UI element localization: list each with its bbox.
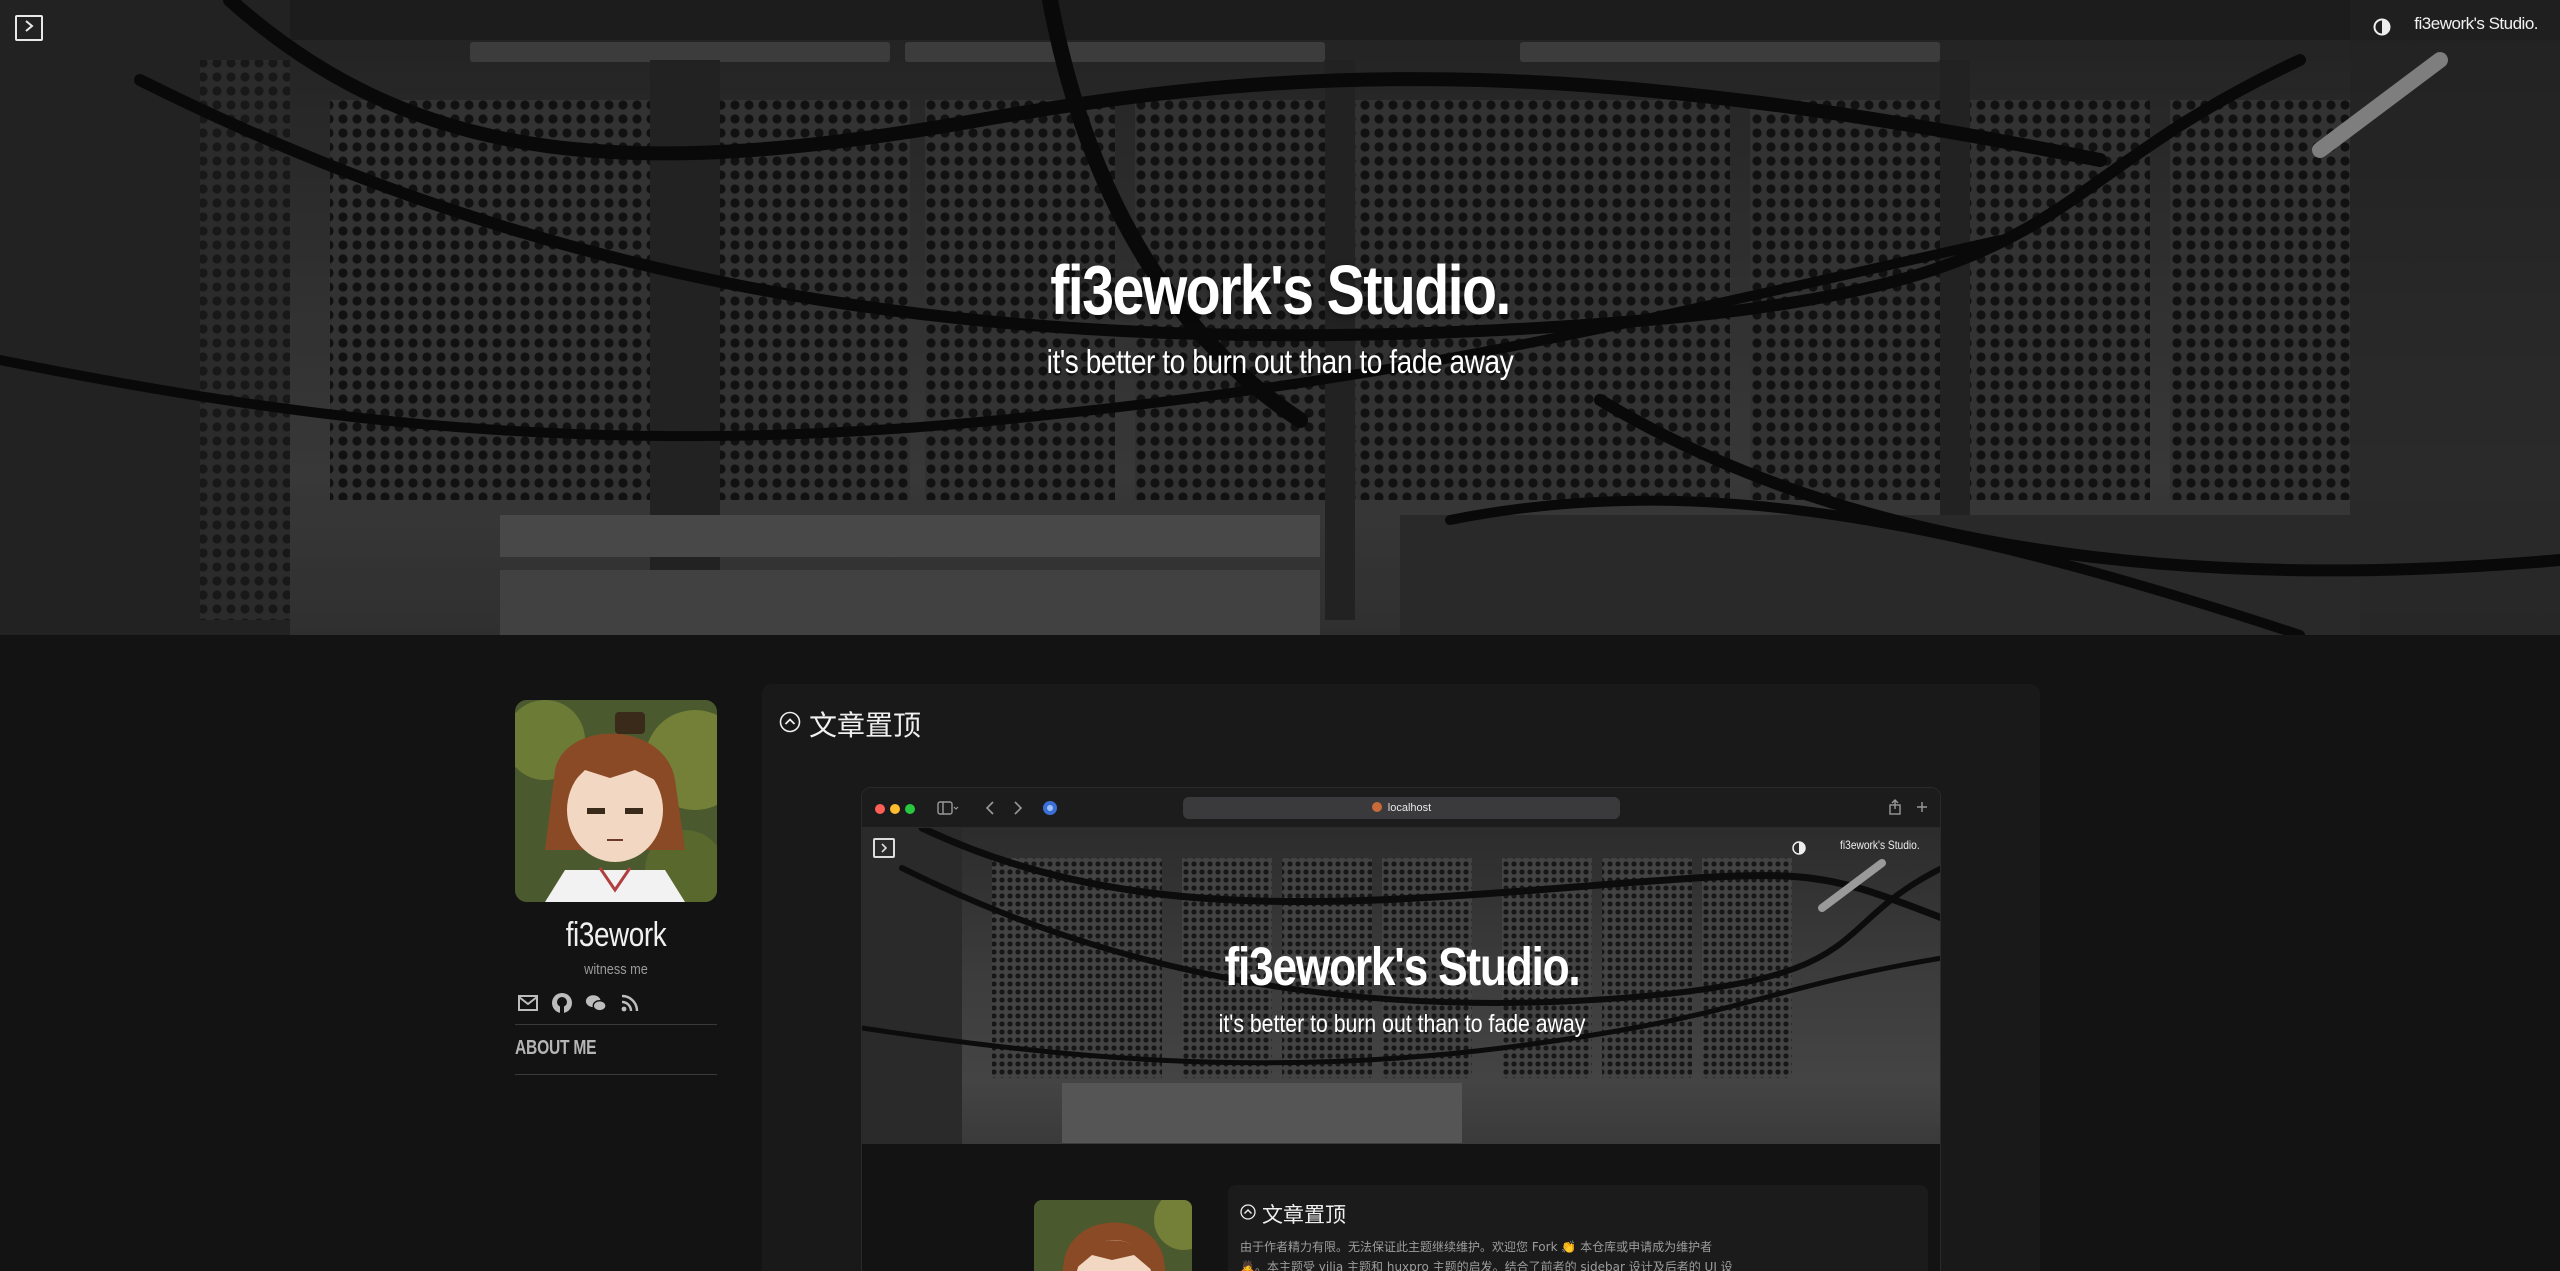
preview-section-title: 文章置顶 <box>1262 1203 1346 1227</box>
forward-icon <box>1013 801 1023 820</box>
github-icon[interactable] <box>551 992 573 1014</box>
preview-hero-subtitle: it's better to burn out than to fade awa… <box>1218 1010 1586 1038</box>
minimize-dot <box>890 804 900 814</box>
avatar-image <box>515 700 717 902</box>
preview-hero-title: fi3ework's Studio. <box>1224 937 1580 997</box>
favicon-icon <box>1371 801 1382 815</box>
back-icon <box>985 801 995 820</box>
preview-excerpt: 由于作者精力有限。无法保证此主题继续维护。欢迎您 Fork 👏 本仓库或申请成为… <box>1240 1237 1760 1271</box>
preview-excerpt-line: 由于作者精力有限。无法保证此主题继续维护。欢迎您 Fork 👏 本仓库或申请成为… <box>1240 1240 1713 1254</box>
maximize-dot <box>905 804 915 814</box>
preview-section-header: 文章置顶 <box>1240 1199 1346 1229</box>
sidebar-item-about-me[interactable]: ABOUT ME <box>515 1037 673 1060</box>
chevron-right-icon <box>22 19 36 38</box>
sidebar-toggle-icon <box>937 801 959 820</box>
preview-circle-chevron-up-icon <box>1240 1203 1256 1225</box>
address-bar: localhost <box>1183 797 1620 819</box>
section-header[interactable]: 文章置顶 <box>779 704 921 744</box>
sidebar-divider <box>515 1074 717 1075</box>
preview-avatar <box>1034 1200 1192 1271</box>
author-name: fi3ework <box>565 916 667 954</box>
shield-icon <box>1042 800 1058 821</box>
section-title: 文章置顶 <box>809 709 922 742</box>
social-links <box>515 992 717 1014</box>
theme-preview-screenshot: localhost fi3ework's Studio. fi3ework's … <box>861 787 1941 1271</box>
pinned-posts-card: 文章置顶 localhost fi3ework's Studio. fi3ewo… <box>762 684 2040 1271</box>
mail-icon[interactable] <box>517 992 539 1014</box>
circle-chevron-up-icon <box>779 711 801 738</box>
preview-contrast-icon <box>1792 841 1806 855</box>
address-text: localhost <box>1387 802 1432 814</box>
theme-toggle-button[interactable] <box>2373 18 2391 36</box>
new-tab-icon <box>1916 800 1928 818</box>
hero-subtitle: it's better to burn out than to fade awa… <box>1046 343 1514 380</box>
preview-site-brand: fi3ework's Studio. <box>1840 838 1920 852</box>
wechat-icon[interactable] <box>585 992 607 1014</box>
avatar[interactable] <box>515 700 717 902</box>
preview-menu-toggle <box>873 838 895 858</box>
menu-toggle-button[interactable] <box>15 15 43 41</box>
author-bio: witness me <box>584 961 648 978</box>
close-dot <box>875 804 885 814</box>
contrast-icon <box>2373 18 2391 36</box>
sidebar-divider <box>515 1024 717 1025</box>
sidebar: fi3ework witness me ABOUT ME <box>515 700 717 1075</box>
rss-icon[interactable] <box>619 992 641 1014</box>
preview-pinned-card: 文章置顶 由于作者精力有限。无法保证此主题继续维护。欢迎您 Fork 👏 本仓库… <box>1228 1185 1928 1271</box>
site-brand-link[interactable]: fi3ework's Studio. <box>2414 14 2538 34</box>
share-icon <box>1888 799 1902 820</box>
preview-excerpt-line: 🙇。本主题受 yilia 主题和 huxpro 主题的启发。结合了前者的 sid… <box>1240 1260 1733 1271</box>
hero-title: fi3ework's Studio. <box>1050 251 1511 329</box>
browser-toolbar: localhost <box>862 788 1940 828</box>
